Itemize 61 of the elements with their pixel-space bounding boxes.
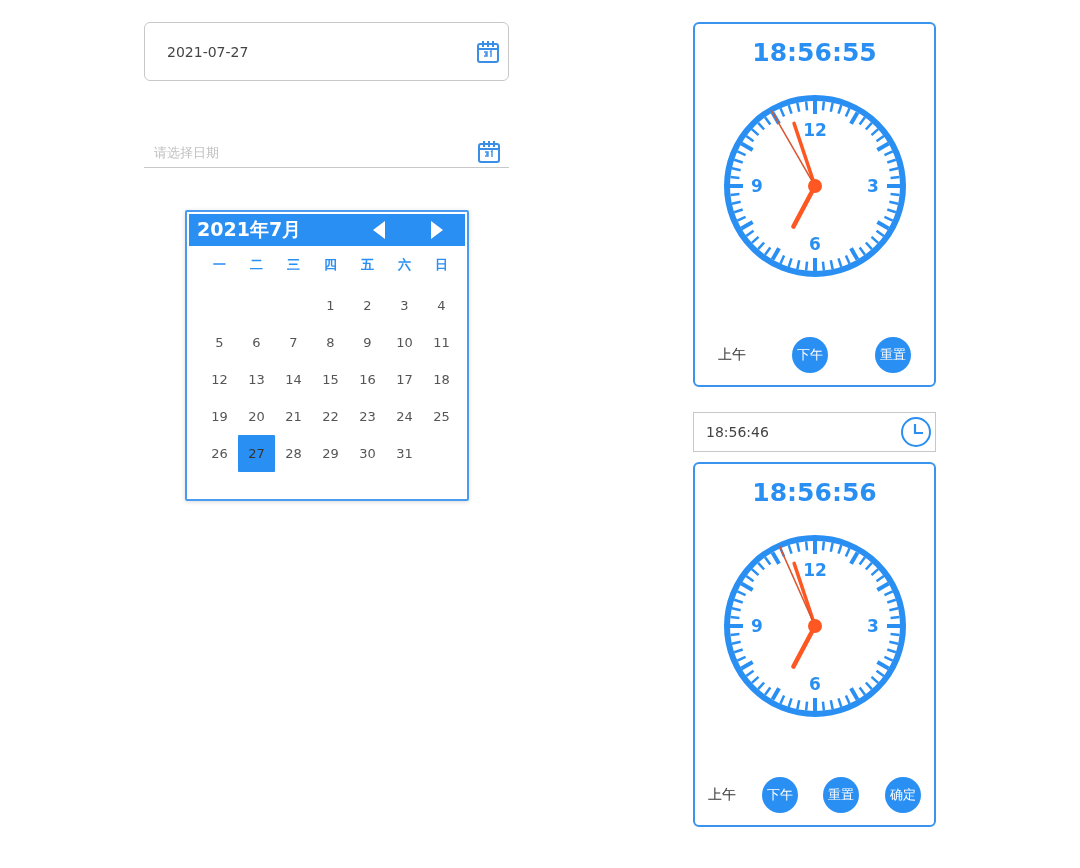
calendar-day[interactable]: 24: [386, 398, 423, 435]
dial-number: 6: [808, 234, 821, 254]
calendar-day[interactable]: 26: [201, 435, 238, 472]
previous-month-icon[interactable]: [373, 221, 385, 239]
weekday-label: 一: [212, 256, 227, 274]
calendar-day[interactable]: 15: [312, 361, 349, 398]
calendar-day[interactable]: 7: [275, 324, 312, 361]
calendar-day[interactable]: 16: [349, 361, 386, 398]
calendar-day[interactable]: 29: [312, 435, 349, 472]
dial-number: 9: [750, 176, 763, 196]
time-field[interactable]: 18:56:46: [693, 412, 936, 452]
calendar-day[interactable]: 23: [349, 398, 386, 435]
calendar-day[interactable]: 25: [423, 398, 460, 435]
date-field[interactable]: 2021-07-27: [144, 22, 509, 81]
weekday-label: 五: [360, 256, 375, 274]
dial-number: 12: [802, 120, 827, 140]
weekday-label: 二: [249, 256, 264, 274]
dial-number: 9: [750, 616, 763, 636]
dial-number: 6: [808, 674, 821, 694]
calendar-day[interactable]: 18: [423, 361, 460, 398]
month-title: 2021年7月: [197, 217, 303, 242]
dial-number: 3: [866, 176, 879, 196]
calendar-day[interactable]: 2: [349, 287, 386, 324]
date-field[interactable]: 请选择日期: [154, 144, 477, 160]
dial-number: 3: [866, 616, 879, 636]
calendar-day[interactable]: 6: [238, 324, 275, 361]
weekday-label: 六: [397, 256, 412, 274]
calendar-day[interactable]: 3: [386, 287, 423, 324]
calendar-day[interactable]: 5: [201, 324, 238, 361]
calendar-day[interactable]: 12: [201, 361, 238, 398]
calendar-day[interactable]: 27: [238, 435, 275, 472]
clock-center-pin: [807, 179, 822, 193]
calendar-day[interactable]: 20: [238, 398, 275, 435]
clock-center-pin: [807, 619, 822, 633]
dial-number: 12: [802, 560, 827, 580]
calendar-day[interactable]: 10: [386, 324, 423, 361]
calendar-day[interactable]: 19: [201, 398, 238, 435]
clock-time: 18:56:56: [752, 478, 877, 507]
weekday-label: 四: [323, 256, 338, 274]
am-button[interactable]: 上午: [707, 786, 736, 804]
clock-icon[interactable]: [900, 416, 932, 448]
calendar-day[interactable]: 1: [312, 287, 349, 324]
calendar-day[interactable]: 9: [349, 324, 386, 361]
calendar-day[interactable]: 8: [312, 324, 349, 361]
calendar-day[interactable]: 21: [275, 398, 312, 435]
calendar-icon[interactable]: [476, 39, 500, 64]
calendar-day[interactable]: 14: [275, 361, 312, 398]
calendar-day[interactable]: 4: [423, 287, 460, 324]
calendar-day[interactable]: 31: [386, 435, 423, 472]
weekday-label: 三: [286, 256, 301, 274]
clock-time: 18:56:55: [752, 38, 877, 67]
calendar-day[interactable]: 17: [386, 361, 423, 398]
am-button[interactable]: 上午: [718, 346, 747, 364]
calendar-day[interactable]: 11: [423, 324, 460, 361]
calendar-icon[interactable]: [477, 140, 501, 164]
next-month-icon[interactable]: [431, 221, 443, 239]
calendar-day[interactable]: 13: [238, 361, 275, 398]
calendar-day[interactable]: 30: [349, 435, 386, 472]
calendar-day[interactable]: 22: [312, 398, 349, 435]
weekday-label: 日: [434, 256, 449, 274]
calendar-day[interactable]: 28: [275, 435, 312, 472]
